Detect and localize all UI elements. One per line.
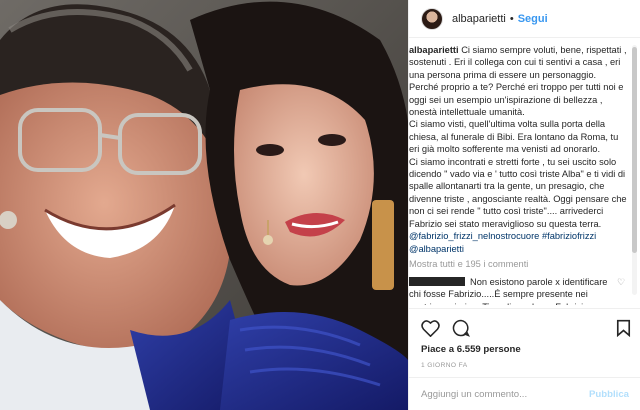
redacted-username [409, 276, 465, 286]
post-header: albaparietti • Segui [409, 0, 640, 38]
comments-scrollbar[interactable] [632, 45, 637, 295]
post-side-panel: albaparietti • Segui albaparietti Ci sia… [408, 0, 640, 410]
comments-area[interactable]: albaparietti Ci siamo sempre voluti, ben… [409, 39, 640, 305]
comment-body: Non esistono parole x identificare chi f… [409, 276, 613, 305]
comment-input[interactable] [421, 388, 590, 400]
comment-icon[interactable] [452, 319, 470, 337]
add-comment-bar: Pubblica [409, 377, 640, 410]
comment-item: Non esistono parole x identificare chi f… [409, 276, 627, 305]
bookmark-icon[interactable] [616, 319, 631, 337]
header-separator: • [509, 12, 514, 25]
avatar[interactable] [421, 7, 443, 30]
follow-button[interactable]: Segui [518, 13, 548, 25]
caption: albaparietti Ci siamo sempre voluti, ben… [409, 44, 627, 255]
photo-illustration [0, 0, 408, 410]
post-actions: Piace a 6.559 persone 1 GIORNO FA [409, 308, 640, 388]
post-photo[interactable] [0, 0, 408, 410]
likes-count[interactable]: Piace a 6.559 persone [421, 344, 631, 355]
header-username[interactable]: albaparietti [452, 13, 506, 25]
comment-heart-icon[interactable]: ♡ [617, 276, 627, 305]
action-icons-row [421, 317, 631, 339]
caption-tags[interactable]: @fabrizio_frizzi_nelnostrocuore #fabrizi… [409, 231, 596, 241]
post-date[interactable]: 1 GIORNO FA [421, 362, 631, 369]
caption-text: Ci siamo sempre voluti, bene, rispettati… [409, 45, 627, 229]
load-more-comments[interactable]: Mostra tutti e 195 i commenti [409, 259, 627, 269]
scrollbar-thumb[interactable] [632, 47, 637, 253]
heart-icon[interactable] [421, 319, 440, 337]
caption-mention[interactable]: @albaparietti [409, 244, 464, 254]
publish-button[interactable]: Pubblica [589, 389, 629, 400]
caption-username[interactable]: albaparietti [409, 45, 459, 55]
